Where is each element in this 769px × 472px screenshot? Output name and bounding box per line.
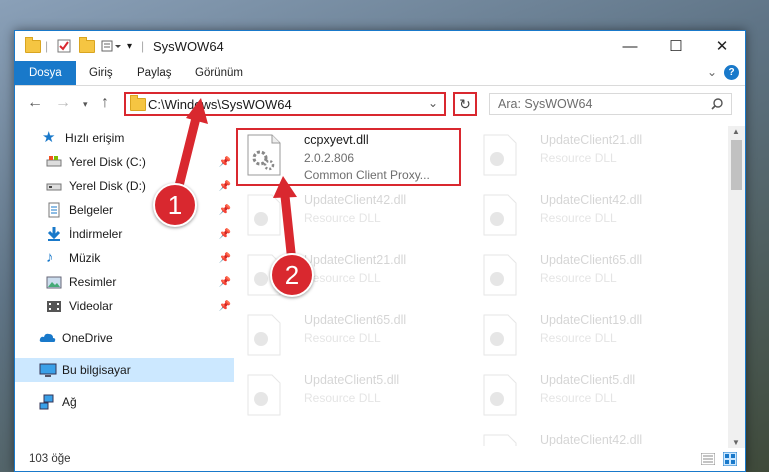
step-2-badge: 2 bbox=[270, 253, 314, 297]
annotation-arrows bbox=[171, 98, 297, 267]
arrow-2-head bbox=[273, 176, 297, 198]
arrow-1-head bbox=[186, 98, 208, 124]
step-1-badge: 1 bbox=[153, 183, 197, 227]
